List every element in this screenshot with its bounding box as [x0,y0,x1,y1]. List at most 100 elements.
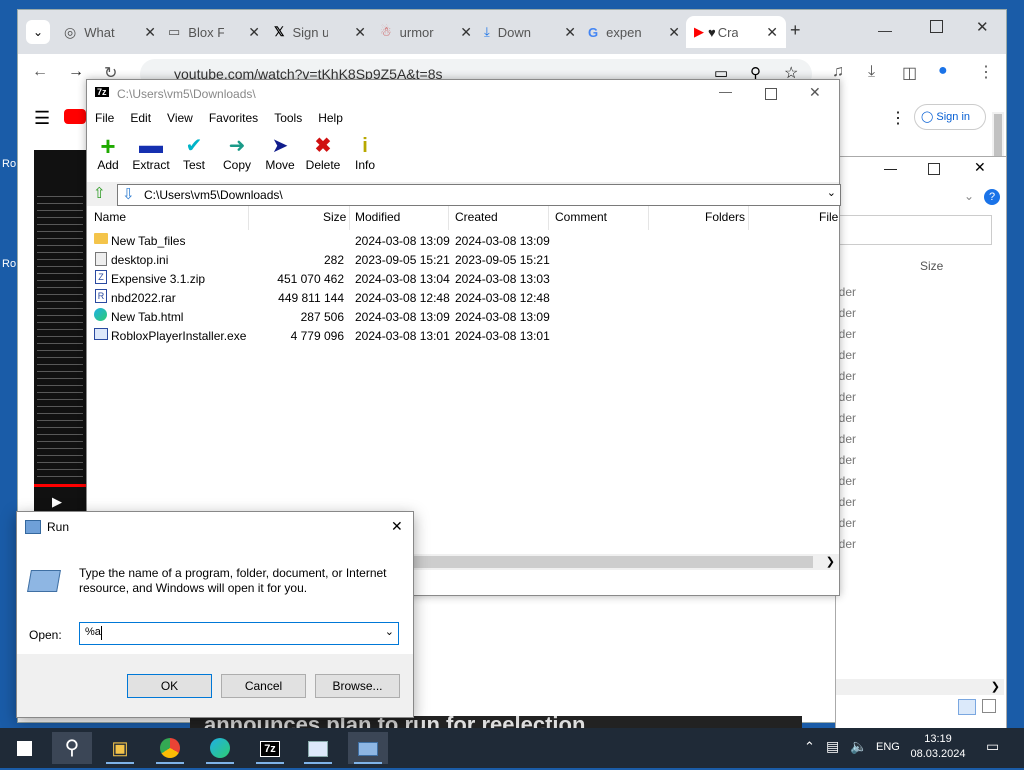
maximize-button[interactable] [928,163,940,175]
column-file[interactable]: File [819,210,838,224]
open-combobox[interactable]: %a ⌄ [79,622,399,645]
close-icon[interactable]: ✕ [248,24,260,41]
more-options-icon[interactable]: ⋮ [890,108,906,128]
close-window-button[interactable]: ✕ [974,159,986,176]
column-modified[interactable]: Modified [355,210,400,224]
chrome-taskbar[interactable] [150,732,190,764]
file-explorer-taskbar[interactable]: ▣ [100,732,140,764]
search-button[interactable]: ⚲ [52,732,92,764]
tab-search-button[interactable]: ⌄ [26,20,50,44]
file-row[interactable]: RobloxPlayerInstaller.exe 4 779 096 2024… [87,327,839,346]
close-icon[interactable]: ✕ [144,24,156,41]
chevron-down-icon[interactable]: ⌄ [827,186,836,199]
search-box[interactable] [836,215,992,245]
column-folders[interactable]: Folders [705,210,745,224]
youtube-logo-icon[interactable] [64,109,86,124]
add-button[interactable]: + Add [87,133,129,172]
file-row[interactable]: desktop.ini 282 2023-09-05 15:21 2023-09… [87,251,839,270]
tab-0[interactable]: ◎ What ✕ [64,16,164,48]
size-column-header[interactable]: Size [920,259,943,273]
column-comment[interactable]: Comment [555,210,607,224]
chevron-down-icon[interactable]: ⌄ [385,625,394,638]
play-icon[interactable]: ▶ [52,494,62,510]
test-button[interactable]: ✔ Test [173,134,215,172]
chevron-up-icon[interactable]: ⌃ [804,739,815,755]
tab-6-active[interactable]: ▶ ♥ Cra ✕ [686,16,786,48]
tab-3[interactable]: ☃ urmor ✕ [380,16,480,48]
video-progress-bar[interactable] [34,484,86,487]
maximize-button[interactable] [765,88,777,100]
maximize-button[interactable] [930,20,943,33]
help-icon[interactable]: ? [984,189,1000,205]
language-indicator[interactable]: ENG [876,741,900,753]
close-window-button[interactable]: ✕ [976,18,989,36]
info-button[interactable]: i Info [344,134,386,172]
menu-kebab-icon[interactable]: ⋮ [978,62,994,82]
tab-2[interactable]: 𝕏 Sign u ✕ [274,16,374,48]
forward-icon[interactable]: → [68,63,84,81]
details-view-icon[interactable] [958,699,976,715]
large-icons-view-icon[interactable] [982,699,996,713]
close-icon[interactable]: ✕ [460,24,472,41]
menu-file[interactable]: File [87,108,122,130]
extract-button[interactable]: ▬ Extract [129,134,173,173]
start-button[interactable] [4,732,44,764]
volume-muted-icon[interactable]: 🔈 [850,738,867,755]
menu-edit[interactable]: Edit [122,108,159,130]
scroll-right-icon[interactable]: ❯ [991,680,1000,693]
back-icon[interactable]: ← [32,63,48,81]
minimize-button[interactable]: — [884,161,897,176]
minimize-button[interactable]: — [719,84,732,99]
tab-4[interactable]: ⤓ Down ✕ [484,16,584,48]
profile-icon[interactable]: ● [938,62,948,80]
hamburger-icon[interactable]: ☰ [34,108,50,129]
ok-button[interactable]: OK [127,674,212,698]
desktop-icon-2[interactable]: Ro [0,250,18,280]
app-taskbar[interactable] [298,732,338,764]
chevron-down-icon[interactable]: ⌄ [964,189,974,203]
file-row[interactable]: New Tab_files 2024-03-08 13:09 2024-03-0… [87,232,839,251]
clock[interactable]: 13:19 08.03.2024 [908,732,968,762]
notifications-icon[interactable]: ▭ [986,738,999,755]
menu-help[interactable]: Help [310,108,351,130]
column-size[interactable]: Size [323,210,346,224]
minimize-button[interactable]: — [878,22,892,38]
network-icon[interactable]: ▤ [826,738,839,755]
delete-button[interactable]: ✖ Delete [301,134,345,172]
video-player[interactable]: ▶ [34,150,86,512]
close-icon[interactable]: ✕ [668,24,680,41]
browse-button[interactable]: Browse... [315,674,400,698]
column-name[interactable]: Name [94,210,126,224]
new-tab-button[interactable]: + [790,20,801,41]
cancel-button[interactable]: Cancel [221,674,306,698]
close-icon[interactable]: ✕ [564,24,576,41]
horizontal-scrollbar[interactable]: ❯ [413,554,839,570]
menu-favorites[interactable]: Favorites [201,108,266,130]
move-button[interactable]: ➤ Move [259,134,301,172]
side-panel-icon[interactable]: ◫ [902,63,917,83]
file-row[interactable]: R nbd2022.rar 449 811 144 2024-03-08 12:… [87,289,839,308]
close-window-button[interactable]: ✕ [391,518,403,535]
open-input[interactable]: %a [85,626,101,638]
desktop-icon-1[interactable]: Ro [0,150,18,180]
run-taskbar[interactable] [348,732,388,764]
menu-view[interactable]: View [159,108,201,130]
path-input[interactable]: ⇩ C:\Users\vm5\Downloads\ ⌄ [117,184,841,206]
edge-taskbar[interactable] [200,732,240,764]
scroll-right-icon[interactable]: ❯ [826,555,835,568]
copy-button[interactable]: ➜ Copy [216,134,258,172]
up-folder-icon[interactable]: ⇧ [93,184,106,202]
7zip-taskbar[interactable]: 7z [250,732,290,764]
downloads-icon[interactable]: ⤓ [868,63,875,81]
sign-in-button[interactable]: ◯ Sign in [914,104,986,130]
file-row[interactable]: New Tab.html 287 506 2024-03-08 13:09 20… [87,308,839,327]
tab-5[interactable]: G expen ✕ [588,16,688,48]
column-created[interactable]: Created [455,210,498,224]
file-row[interactable]: Z Expensive 3.1.zip 451 070 462 2024-03-… [87,270,839,289]
close-window-button[interactable]: ✕ [809,84,821,101]
close-icon[interactable]: ✕ [766,24,778,41]
tab-1[interactable]: ▭ Blox F ✕ [168,16,268,48]
horizontal-scrollbar[interactable]: ❯ [836,679,1004,695]
close-icon[interactable]: ✕ [354,24,366,41]
menu-tools[interactable]: Tools [266,108,310,130]
